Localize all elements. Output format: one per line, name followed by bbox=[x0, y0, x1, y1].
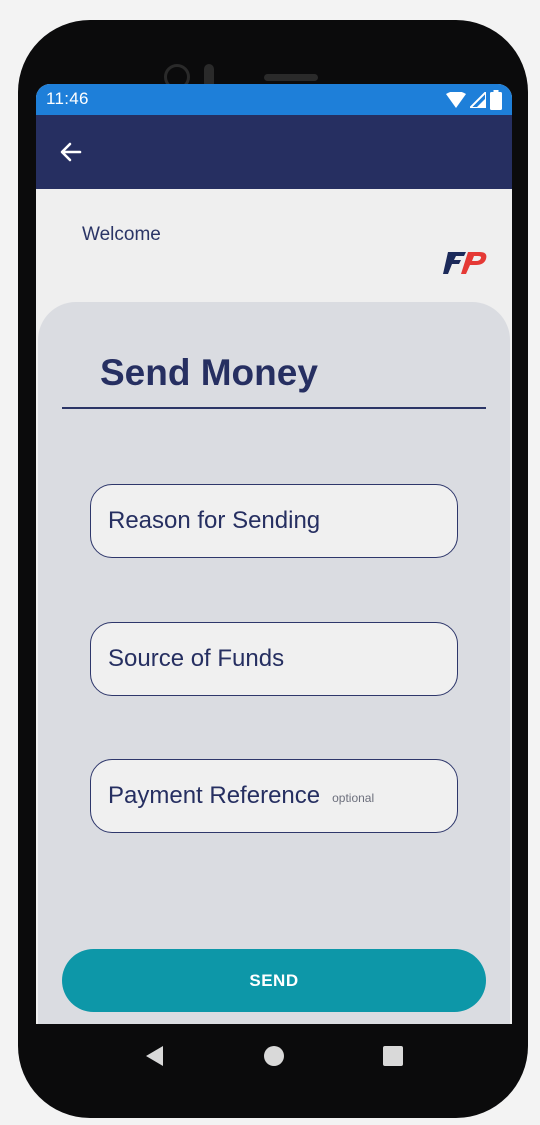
wifi-icon bbox=[446, 92, 466, 108]
battery-icon bbox=[490, 90, 502, 110]
earpiece-speaker bbox=[264, 74, 318, 81]
field-label: Reason for Sending bbox=[108, 507, 321, 534]
status-time: 11:46 bbox=[46, 89, 89, 108]
field-label: Source of Funds bbox=[108, 645, 285, 672]
title-divider bbox=[62, 407, 486, 409]
payment-reference-field[interactable]: Payment Reference optional bbox=[90, 759, 458, 833]
status-bar: 11:46 bbox=[36, 84, 512, 115]
status-icons bbox=[446, 89, 502, 111]
send-money-card: Send Money Reason for Sending Source of … bbox=[38, 302, 510, 1024]
recents-square-icon[interactable] bbox=[379, 1042, 407, 1070]
reason-for-sending-field[interactable]: Reason for Sending bbox=[90, 484, 458, 558]
home-circle-icon[interactable] bbox=[260, 1042, 288, 1070]
app-screen: 11:46 Welcome Send Money Reason for Send… bbox=[36, 84, 512, 1024]
system-nav-bar bbox=[36, 1024, 512, 1088]
field-label: Payment Reference bbox=[108, 782, 321, 809]
optional-hint: optional bbox=[332, 791, 375, 805]
fp-logo-icon bbox=[443, 252, 487, 274]
signal-icon bbox=[470, 92, 486, 108]
send-button[interactable]: SEND bbox=[62, 949, 486, 1012]
page-title: Send Money bbox=[100, 352, 318, 393]
back-triangle-icon[interactable] bbox=[141, 1042, 169, 1070]
source-of-funds-field[interactable]: Source of Funds bbox=[90, 622, 458, 696]
arrow-left-icon[interactable] bbox=[58, 139, 84, 165]
app-bar bbox=[36, 115, 512, 189]
welcome-text: Welcome bbox=[82, 224, 161, 245]
